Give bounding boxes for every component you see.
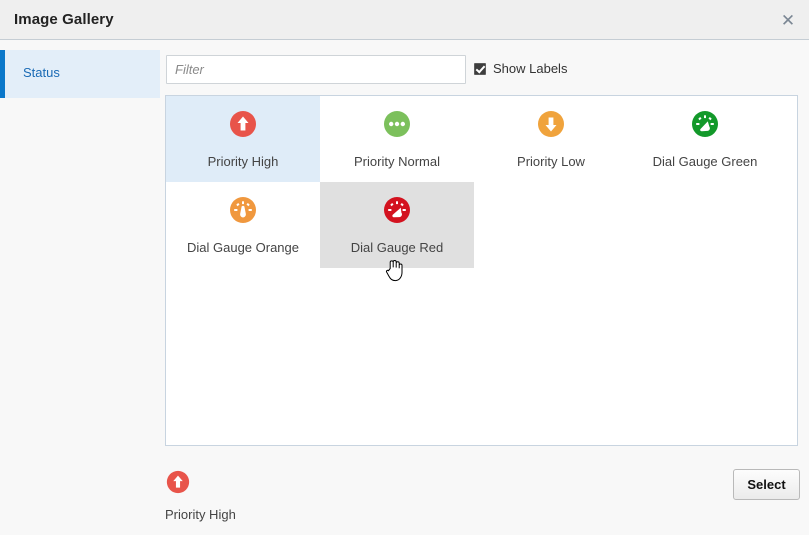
gallery-item-dial-gauge-green[interactable]: Dial Gauge Green: [628, 96, 782, 182]
gallery-item-label: Priority Low: [474, 154, 628, 169]
dial-gauge-orange-icon: [229, 196, 257, 224]
image-grid: Priority High Priority Normal: [166, 96, 797, 268]
checkbox-icon[interactable]: [474, 63, 486, 75]
dial-gauge-green-icon: [691, 110, 719, 138]
dial-gauge-red-icon: [383, 196, 411, 224]
page-title: Image Gallery: [14, 11, 114, 28]
filter-input[interactable]: [166, 55, 466, 84]
show-labels-label: Show Labels: [493, 61, 567, 76]
gallery-item-label: Dial Gauge Red: [320, 240, 474, 255]
gallery-item-priority-normal[interactable]: Priority Normal: [320, 96, 474, 182]
preview-label: Priority High: [165, 507, 236, 522]
close-icon[interactable]: ✕: [775, 8, 801, 34]
preview-priority-high-icon: [166, 470, 190, 494]
priority-low-icon: [537, 110, 565, 138]
gallery-item-label: Priority Normal: [320, 154, 474, 169]
sidebar: Status: [0, 50, 160, 98]
gallery-item-dial-gauge-orange[interactable]: Dial Gauge Orange: [166, 182, 320, 268]
window-titlebar: Image Gallery ✕: [0, 0, 809, 40]
show-labels-toggle[interactable]: Show Labels: [474, 61, 567, 76]
image-gallery-panel: Priority High Priority Normal: [165, 95, 798, 446]
sidebar-item-label: Status: [23, 65, 60, 80]
priority-high-icon: [229, 110, 257, 138]
select-button[interactable]: Select: [733, 469, 800, 500]
sidebar-item-status[interactable]: Status: [0, 50, 160, 98]
gallery-item-dial-gauge-red[interactable]: Dial Gauge Red: [320, 182, 474, 268]
priority-normal-icon: [383, 110, 411, 138]
gallery-item-priority-high[interactable]: Priority High: [166, 96, 320, 182]
gallery-item-label: Dial Gauge Orange: [166, 240, 320, 255]
gallery-item-label: Dial Gauge Green: [628, 154, 782, 169]
gallery-item-priority-low[interactable]: Priority Low: [474, 96, 628, 182]
gallery-item-label: Priority High: [166, 154, 320, 169]
